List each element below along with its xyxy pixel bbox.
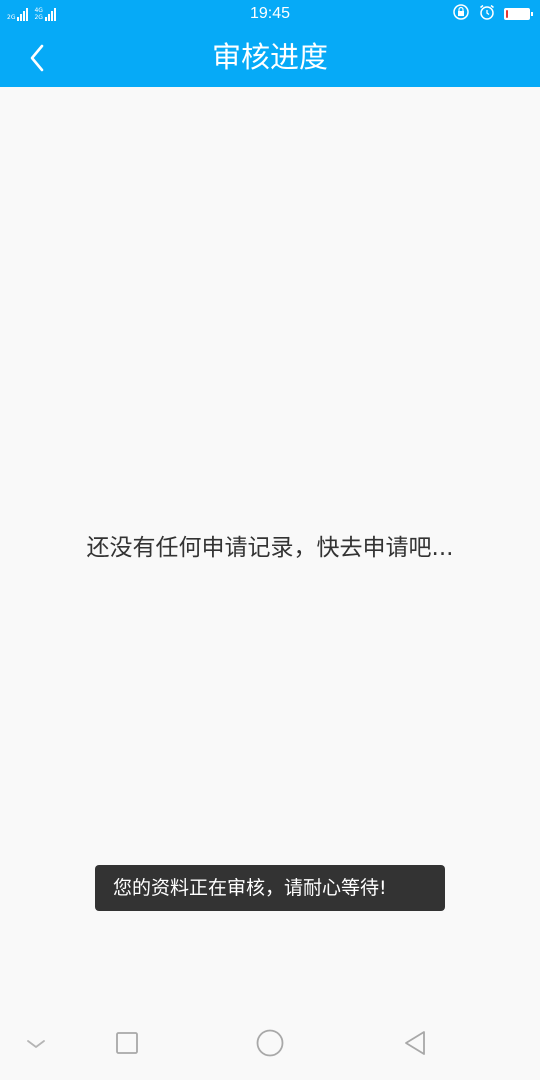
recent-apps-button[interactable] <box>105 1025 149 1065</box>
hide-nav-button[interactable] <box>14 1025 58 1065</box>
triangle-back-icon <box>402 1029 428 1061</box>
battery-level-fill <box>506 10 508 18</box>
empty-state-message: 还没有任何申请记录，快去申请吧... <box>86 535 454 561</box>
status-bar: 2G 4G 2G 19:45 <box>0 0 540 28</box>
back-nav-button[interactable] <box>393 1025 437 1065</box>
chevron-down-icon <box>24 1036 48 1055</box>
circle-icon <box>255 1028 285 1062</box>
lock-rotation-icon <box>452 3 470 25</box>
page-title: 审核进度 <box>211 40 328 74</box>
toast-message: 您的资料正在审核，请耐心等待! <box>95 865 445 911</box>
square-icon <box>115 1031 139 1059</box>
status-icons <box>452 3 533 25</box>
app-header: 审核进度 <box>0 28 540 87</box>
battery-icon <box>504 8 533 20</box>
home-button[interactable] <box>248 1025 292 1065</box>
alarm-clock-icon <box>478 3 496 25</box>
navigation-bar <box>0 1010 540 1080</box>
